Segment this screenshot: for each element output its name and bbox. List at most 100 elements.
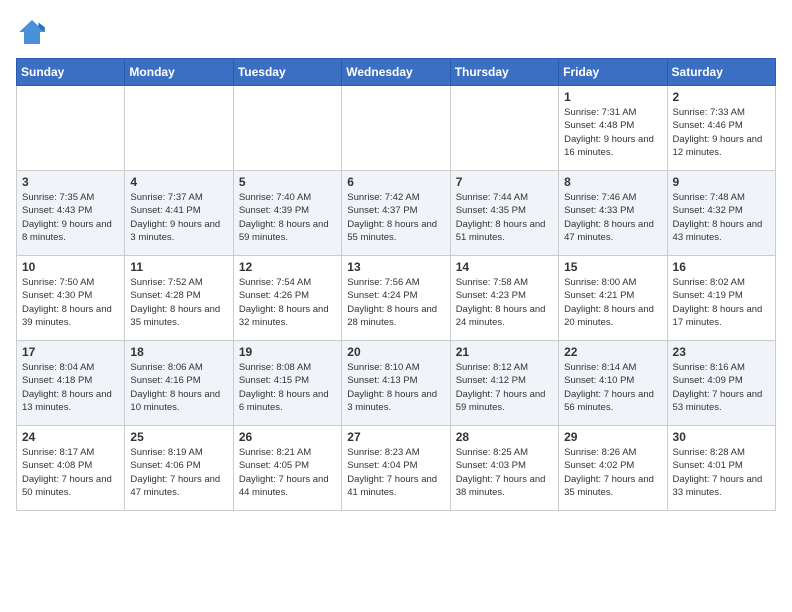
column-header-monday: Monday bbox=[125, 59, 233, 86]
column-header-sunday: Sunday bbox=[17, 59, 125, 86]
day-info: Sunrise: 8:12 AM Sunset: 4:12 PM Dayligh… bbox=[456, 361, 553, 414]
day-number: 8 bbox=[564, 175, 661, 189]
calendar-cell: 4 Sunrise: 7:37 AM Sunset: 4:41 PM Daylig… bbox=[125, 171, 233, 256]
calendar-cell: 28 Sunrise: 8:25 AM Sunset: 4:03 PM Dayli… bbox=[450, 426, 558, 511]
day-info: Sunrise: 7:46 AM Sunset: 4:33 PM Dayligh… bbox=[564, 191, 661, 244]
calendar-cell: 3Sunrise: 7:35 AM Sunset: 4:43 PM Daylig… bbox=[17, 171, 125, 256]
calendar-cell: 26 Sunrise: 8:21 AM Sunset: 4:05 PM Dayli… bbox=[233, 426, 341, 511]
column-header-saturday: Saturday bbox=[667, 59, 775, 86]
calendar-cell bbox=[17, 86, 125, 171]
day-number: 6 bbox=[347, 175, 444, 189]
calendar-week-row: 3Sunrise: 7:35 AM Sunset: 4:43 PM Daylig… bbox=[17, 171, 776, 256]
day-number: 22 bbox=[564, 345, 661, 359]
day-number: 23 bbox=[673, 345, 770, 359]
day-info: Sunrise: 8:25 AM Sunset: 4:03 PM Dayligh… bbox=[456, 446, 553, 499]
day-info: Sunrise: 8:10 AM Sunset: 4:13 PM Dayligh… bbox=[347, 361, 444, 414]
day-number: 18 bbox=[130, 345, 227, 359]
calendar-cell: 20 Sunrise: 8:10 AM Sunset: 4:13 PM Dayli… bbox=[342, 341, 450, 426]
day-number: 16 bbox=[673, 260, 770, 274]
day-info: Sunrise: 7:37 AM Sunset: 4:41 PM Dayligh… bbox=[130, 191, 227, 244]
day-info: Sunrise: 8:06 AM Sunset: 4:16 PM Dayligh… bbox=[130, 361, 227, 414]
calendar-cell: 16 Sunrise: 8:02 AM Sunset: 4:19 PM Dayli… bbox=[667, 256, 775, 341]
calendar-cell: 13Sunrise: 7:56 AM Sunset: 4:24 PM Dayli… bbox=[342, 256, 450, 341]
day-info: Sunrise: 7:52 AM Sunset: 4:28 PM Dayligh… bbox=[130, 276, 227, 329]
day-number: 4 bbox=[130, 175, 227, 189]
day-info: Sunrise: 7:48 AM Sunset: 4:32 PM Dayligh… bbox=[673, 191, 770, 244]
calendar-cell: 22 Sunrise: 8:14 AM Sunset: 4:10 PM Dayli… bbox=[559, 341, 667, 426]
column-header-tuesday: Tuesday bbox=[233, 59, 341, 86]
day-info: Sunrise: 8:16 AM Sunset: 4:09 PM Dayligh… bbox=[673, 361, 770, 414]
day-number: 7 bbox=[456, 175, 553, 189]
day-number: 24 bbox=[22, 430, 119, 444]
day-info: Sunrise: 7:31 AM Sunset: 4:48 PM Dayligh… bbox=[564, 106, 661, 159]
day-number: 2 bbox=[673, 90, 770, 104]
calendar-week-row: 24 Sunrise: 8:17 AM Sunset: 4:08 PM Dayli… bbox=[17, 426, 776, 511]
day-number: 15 bbox=[564, 260, 661, 274]
day-info: Sunrise: 8:19 AM Sunset: 4:06 PM Dayligh… bbox=[130, 446, 227, 499]
day-info: Sunrise: 7:33 AM Sunset: 4:46 PM Dayligh… bbox=[673, 106, 770, 159]
day-number: 11 bbox=[130, 260, 227, 274]
calendar-cell bbox=[125, 86, 233, 171]
column-header-friday: Friday bbox=[559, 59, 667, 86]
calendar-cell bbox=[233, 86, 341, 171]
calendar-cell: 1 Sunrise: 7:31 AM Sunset: 4:48 PM Daylig… bbox=[559, 86, 667, 171]
calendar-cell: 8 Sunrise: 7:46 AM Sunset: 4:33 PM Daylig… bbox=[559, 171, 667, 256]
day-number: 12 bbox=[239, 260, 336, 274]
day-number: 27 bbox=[347, 430, 444, 444]
calendar-cell: 23 Sunrise: 8:16 AM Sunset: 4:09 PM Dayli… bbox=[667, 341, 775, 426]
day-info: Sunrise: 8:17 AM Sunset: 4:08 PM Dayligh… bbox=[22, 446, 119, 499]
calendar-cell: 17 Sunrise: 8:04 AM Sunset: 4:18 PM Dayli… bbox=[17, 341, 125, 426]
calendar-cell: 2 Sunrise: 7:33 AM Sunset: 4:46 PM Daylig… bbox=[667, 86, 775, 171]
day-info: Sunrise: 8:21 AM Sunset: 4:05 PM Dayligh… bbox=[239, 446, 336, 499]
day-info: Sunrise: 7:40 AM Sunset: 4:39 PM Dayligh… bbox=[239, 191, 336, 244]
day-info: Sunrise: 8:08 AM Sunset: 4:15 PM Dayligh… bbox=[239, 361, 336, 414]
calendar-cell: 27 Sunrise: 8:23 AM Sunset: 4:04 PM Dayli… bbox=[342, 426, 450, 511]
calendar-cell bbox=[342, 86, 450, 171]
day-info: Sunrise: 8:14 AM Sunset: 4:10 PM Dayligh… bbox=[564, 361, 661, 414]
day-info: Sunrise: 8:02 AM Sunset: 4:19 PM Dayligh… bbox=[673, 276, 770, 329]
calendar-cell: 9 Sunrise: 7:48 AM Sunset: 4:32 PM Daylig… bbox=[667, 171, 775, 256]
day-info: Sunrise: 8:04 AM Sunset: 4:18 PM Dayligh… bbox=[22, 361, 119, 414]
calendar-header-row: SundayMondayTuesdayWednesdayThursdayFrid… bbox=[17, 59, 776, 86]
calendar-cell: 7Sunrise: 7:44 AM Sunset: 4:35 PM Daylig… bbox=[450, 171, 558, 256]
day-info: Sunrise: 7:50 AM Sunset: 4:30 PM Dayligh… bbox=[22, 276, 119, 329]
day-number: 19 bbox=[239, 345, 336, 359]
day-number: 29 bbox=[564, 430, 661, 444]
day-number: 14 bbox=[456, 260, 553, 274]
day-info: Sunrise: 7:56 AM Sunset: 4:24 PM Dayligh… bbox=[347, 276, 444, 329]
day-number: 5 bbox=[239, 175, 336, 189]
calendar-week-row: 17 Sunrise: 8:04 AM Sunset: 4:18 PM Dayli… bbox=[17, 341, 776, 426]
calendar-cell: 19 Sunrise: 8:08 AM Sunset: 4:15 PM Dayli… bbox=[233, 341, 341, 426]
calendar-cell: 25Sunrise: 8:19 AM Sunset: 4:06 PM Dayli… bbox=[125, 426, 233, 511]
calendar-cell: 24 Sunrise: 8:17 AM Sunset: 4:08 PM Dayli… bbox=[17, 426, 125, 511]
day-info: Sunrise: 8:00 AM Sunset: 4:21 PM Dayligh… bbox=[564, 276, 661, 329]
day-number: 30 bbox=[673, 430, 770, 444]
day-info: Sunrise: 7:58 AM Sunset: 4:23 PM Dayligh… bbox=[456, 276, 553, 329]
column-header-wednesday: Wednesday bbox=[342, 59, 450, 86]
calendar-cell: 30 Sunrise: 8:28 AM Sunset: 4:01 PM Dayli… bbox=[667, 426, 775, 511]
logo bbox=[16, 16, 52, 48]
calendar-table: SundayMondayTuesdayWednesdayThursdayFrid… bbox=[16, 58, 776, 511]
day-info: Sunrise: 7:42 AM Sunset: 4:37 PM Dayligh… bbox=[347, 191, 444, 244]
calendar-cell: 6 Sunrise: 7:42 AM Sunset: 4:37 PM Daylig… bbox=[342, 171, 450, 256]
calendar-cell: 14 Sunrise: 7:58 AM Sunset: 4:23 PM Dayli… bbox=[450, 256, 558, 341]
calendar-cell: 18 Sunrise: 8:06 AM Sunset: 4:16 PM Dayli… bbox=[125, 341, 233, 426]
day-info: Sunrise: 7:54 AM Sunset: 4:26 PM Dayligh… bbox=[239, 276, 336, 329]
day-number: 20 bbox=[347, 345, 444, 359]
calendar-cell: 12 Sunrise: 7:54 AM Sunset: 4:26 PM Dayli… bbox=[233, 256, 341, 341]
calendar-cell: 5 Sunrise: 7:40 AM Sunset: 4:39 PM Daylig… bbox=[233, 171, 341, 256]
calendar-week-row: 10Sunrise: 7:50 AM Sunset: 4:30 PM Dayli… bbox=[17, 256, 776, 341]
calendar-cell: 10Sunrise: 7:50 AM Sunset: 4:30 PM Dayli… bbox=[17, 256, 125, 341]
day-number: 28 bbox=[456, 430, 553, 444]
day-number: 26 bbox=[239, 430, 336, 444]
calendar-week-row: 1 Sunrise: 7:31 AM Sunset: 4:48 PM Daylig… bbox=[17, 86, 776, 171]
day-number: 17 bbox=[22, 345, 119, 359]
day-info: Sunrise: 8:28 AM Sunset: 4:01 PM Dayligh… bbox=[673, 446, 770, 499]
calendar-cell: 11 Sunrise: 7:52 AM Sunset: 4:28 PM Dayli… bbox=[125, 256, 233, 341]
calendar-cell: 29Sunrise: 8:26 AM Sunset: 4:02 PM Dayli… bbox=[559, 426, 667, 511]
day-number: 9 bbox=[673, 175, 770, 189]
day-number: 1 bbox=[564, 90, 661, 104]
calendar-cell: 21Sunrise: 8:12 AM Sunset: 4:12 PM Dayli… bbox=[450, 341, 558, 426]
column-header-thursday: Thursday bbox=[450, 59, 558, 86]
day-info: Sunrise: 8:23 AM Sunset: 4:04 PM Dayligh… bbox=[347, 446, 444, 499]
